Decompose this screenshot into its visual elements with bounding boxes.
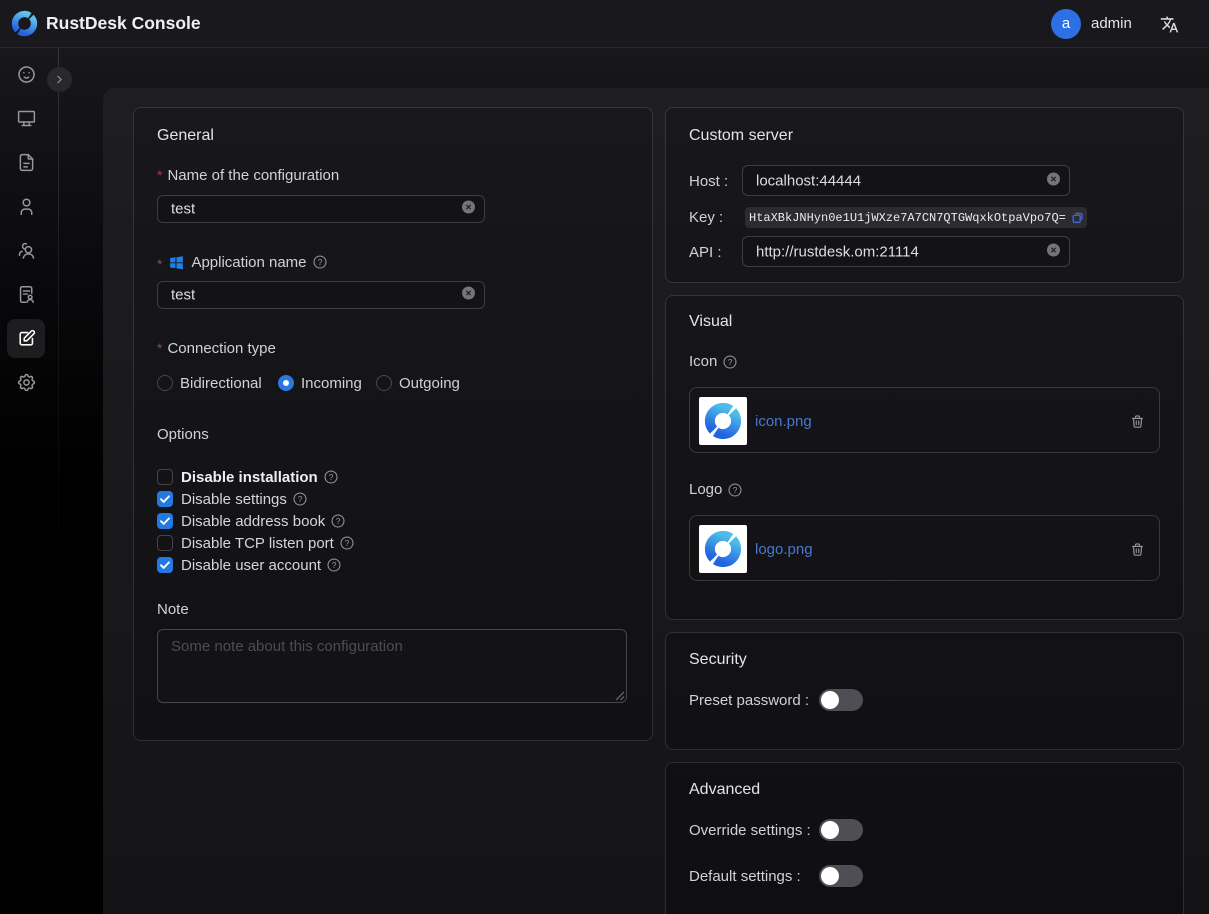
svg-text:?: ? [336, 516, 341, 526]
svg-text:?: ? [345, 538, 350, 548]
svg-text:?: ? [317, 257, 322, 267]
svg-text:?: ? [332, 560, 337, 570]
svg-text:?: ? [298, 494, 303, 504]
svg-text:?: ? [328, 472, 333, 482]
svg-text:?: ? [728, 357, 733, 367]
svg-text:?: ? [733, 485, 738, 495]
